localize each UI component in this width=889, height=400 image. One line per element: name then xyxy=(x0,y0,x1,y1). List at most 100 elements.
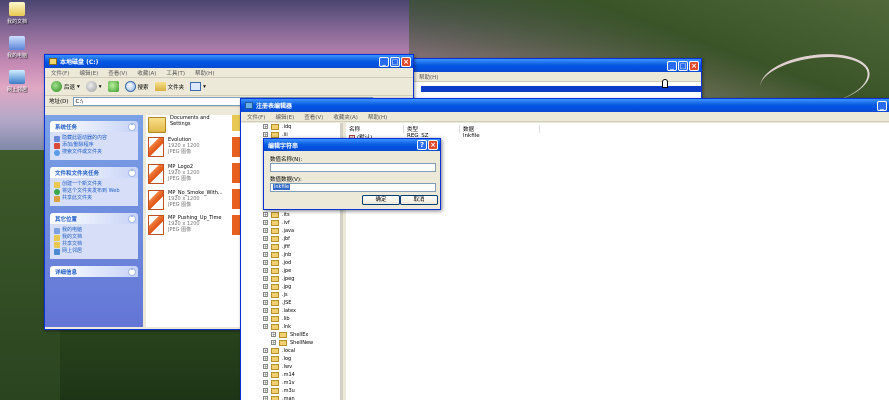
expand-icon[interactable]: + xyxy=(263,396,268,400)
task-link[interactable]: 创建一个新文件夹 xyxy=(54,181,134,188)
tree-node[interactable]: + .jnb xyxy=(263,251,291,258)
expand-icon[interactable]: + xyxy=(263,236,268,241)
tree-node[interactable]: + .iii xyxy=(263,131,288,138)
task-link[interactable]: 共享文档 xyxy=(54,241,134,248)
value-data-field[interactable]: lnkfile xyxy=(270,183,436,192)
expand-icon[interactable]: + xyxy=(263,308,268,313)
tree-node[interactable]: + .log xyxy=(263,355,291,362)
close-button[interactable]: × xyxy=(401,56,411,67)
menu-edit[interactable]: 编辑(E) xyxy=(79,69,98,77)
tree-node[interactable]: + .latex xyxy=(263,307,296,314)
desktop-icon-network[interactable]: 网上邻居 xyxy=(3,70,31,93)
forward-button[interactable]: ▾ xyxy=(85,81,102,92)
collapse-icon[interactable]: ˄ xyxy=(128,168,136,177)
task-box-header[interactable]: 详细信息 ˅ xyxy=(50,266,138,277)
task-link[interactable]: 隐藏此驱动器的内容 xyxy=(54,135,134,142)
close-button[interactable]: × xyxy=(428,140,438,150)
background-window-titlebar[interactable]: _ □ × xyxy=(401,59,701,72)
ok-button[interactable]: 确定 xyxy=(362,195,400,205)
expand-icon[interactable]: + xyxy=(263,388,268,393)
folders-button[interactable]: 文件夹 xyxy=(154,82,184,91)
expand-icon[interactable]: + xyxy=(271,332,276,337)
expand-icon[interactable]: + xyxy=(263,132,268,137)
expand-icon[interactable]: + xyxy=(271,340,276,345)
regedit-titlebar[interactable]: 注册表编辑器 _ xyxy=(241,99,889,112)
expand-icon[interactable]: + xyxy=(263,244,268,249)
dialog-titlebar[interactable]: 编辑字符串 ? × xyxy=(264,139,440,151)
column-data[interactable]: 数据 xyxy=(460,125,540,133)
task-link[interactable]: 我的文档 xyxy=(54,234,134,241)
collapse-icon[interactable]: ˄ xyxy=(128,122,136,131)
expand-icon[interactable]: + xyxy=(263,292,268,297)
expand-icon[interactable]: + xyxy=(263,228,268,233)
tree-node[interactable]: + .lwv xyxy=(263,363,292,370)
file-item[interactable]: MP_Pushing_Up_Time 1920 x 1200 JPEG 图像 xyxy=(148,215,222,235)
file-item[interactable]: Documents and Settings xyxy=(148,115,210,133)
menu-help[interactable]: 帮助(H) xyxy=(419,73,438,81)
help-button[interactable]: ? xyxy=(417,140,427,150)
task-box-header[interactable]: 系统任务 ˄ xyxy=(50,121,138,132)
tree-node[interactable]: + .jfif xyxy=(263,243,290,250)
task-link[interactable]: 共享此文件夹 xyxy=(54,195,134,202)
task-link[interactable]: 将这个文件夹发布到 Web xyxy=(54,188,134,195)
up-button[interactable] xyxy=(107,81,119,92)
file-item[interactable]: MP_Logo2 1920 x 1200 JPEG 图像 xyxy=(148,164,200,184)
tree-node[interactable]: + .its xyxy=(263,211,290,218)
task-box-header[interactable]: 其它位置 ˄ xyxy=(50,213,138,224)
column-type[interactable]: 类型 xyxy=(404,125,460,133)
expand-icon[interactable]: + xyxy=(263,284,268,289)
tree-node[interactable]: + .JSE xyxy=(263,299,291,306)
minimize-button[interactable]: _ xyxy=(667,60,677,71)
value-name-field[interactable] xyxy=(270,163,436,172)
expand-icon[interactable]: + xyxy=(263,268,268,273)
task-link[interactable]: 我的电脑 xyxy=(54,227,134,234)
expand-icon[interactable]: + xyxy=(263,212,268,217)
expand-icon[interactable]: + xyxy=(263,348,268,353)
file-item[interactable]: Evolution 1920 x 1200 JPEG 图像 xyxy=(148,137,200,157)
minimize-button[interactable]: _ xyxy=(877,100,887,111)
task-link[interactable]: 添加/删除程序 xyxy=(54,142,134,149)
expand-icon[interactable]: + xyxy=(263,276,268,281)
tree-node[interactable]: + .jbf xyxy=(263,235,290,242)
cancel-button[interactable]: 取消 xyxy=(400,195,438,205)
expand-icon[interactable]: + xyxy=(263,364,268,369)
maximize-button[interactable]: □ xyxy=(390,56,400,67)
expand-icon[interactable]: + xyxy=(263,324,268,329)
desktop-icon-my-documents[interactable]: 我的文档 xyxy=(3,2,31,25)
expand-icon[interactable]: + xyxy=(263,124,268,129)
file-item[interactable]: MP_No_Smoke_With... 1920 x 1200 JPEG 图像 xyxy=(148,190,223,210)
expand-icon[interactable]: + xyxy=(263,380,268,385)
views-button[interactable]: ▾ xyxy=(190,82,206,91)
tree-node[interactable]: + .idq xyxy=(263,123,291,130)
menu-help[interactable]: 帮助(H) xyxy=(195,69,214,77)
back-button[interactable]: 后退 ▾ xyxy=(51,81,80,92)
tree-node[interactable]: + .m1v xyxy=(263,379,295,386)
menu-edit[interactable]: 编辑(E) xyxy=(275,113,294,121)
menu-view[interactable]: 查看(V) xyxy=(108,69,127,77)
expand-icon[interactable]: + xyxy=(263,252,268,257)
tree-node[interactable]: + .jod xyxy=(263,259,291,266)
menu-help[interactable]: 帮助(H) xyxy=(368,113,387,121)
column-name[interactable]: 名称 xyxy=(346,125,404,133)
tree-node[interactable]: + .java xyxy=(263,227,294,234)
tree-node[interactable]: + .jpg xyxy=(263,283,291,290)
tree-node[interactable]: + .jpe xyxy=(263,267,291,274)
maximize-button[interactable]: □ xyxy=(678,60,688,71)
tree-node[interactable]: + .local xyxy=(263,347,295,354)
search-button[interactable]: 搜索 xyxy=(124,81,149,92)
menu-favorites[interactable]: 收藏夹(A) xyxy=(333,113,358,121)
background-window[interactable]: _ □ × 帮助(H) xyxy=(400,58,702,102)
tree-node[interactable]: + ShellNew xyxy=(271,339,313,346)
tree-node[interactable]: + .lnk xyxy=(263,323,291,330)
edit-string-dialog[interactable]: 编辑字符串 ? × 数值名称(N): 数值数据(V): lnkfile 确定 取… xyxy=(263,138,441,210)
menu-tools[interactable]: 工具(T) xyxy=(166,69,185,77)
expand-icon[interactable]: + xyxy=(263,316,268,321)
collapse-icon[interactable]: ˄ xyxy=(128,214,136,223)
tree-node[interactable]: + .ivf xyxy=(263,219,290,226)
menu-favorites[interactable]: 收藏(A) xyxy=(137,69,156,77)
tree-node[interactable]: + .lib xyxy=(263,315,290,322)
tree-node[interactable]: + .jpeg xyxy=(263,275,294,282)
tree-node[interactable]: + .m3u xyxy=(263,387,295,394)
menu-file[interactable]: 文件(F) xyxy=(247,113,265,121)
tree-node[interactable]: + .js xyxy=(263,291,288,298)
